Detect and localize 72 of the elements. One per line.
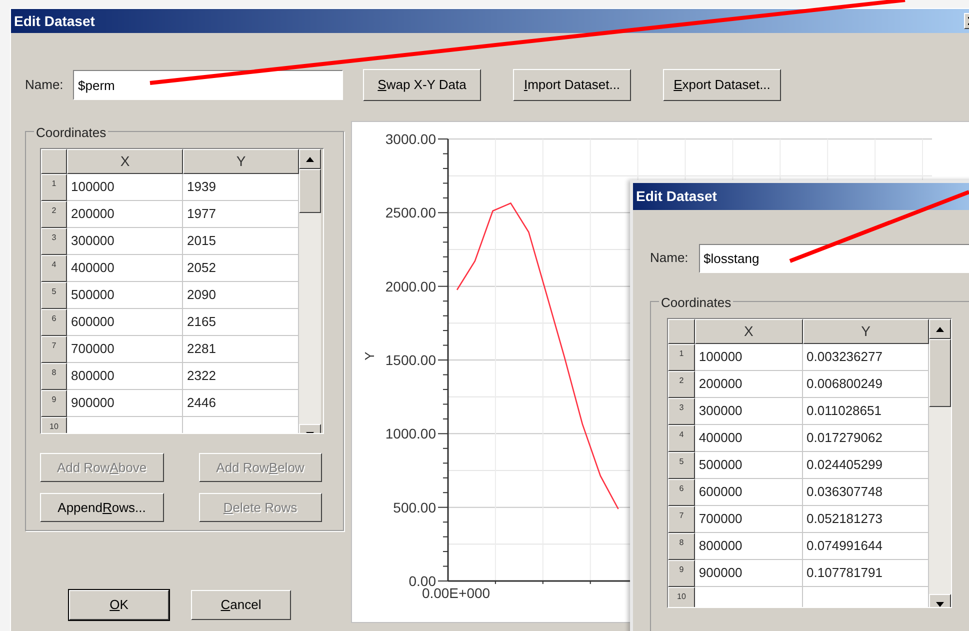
row-number[interactable]: 7 — [668, 506, 695, 533]
scroll-up-button[interactable] — [299, 149, 321, 169]
row-number[interactable]: 1 — [668, 344, 695, 371]
y-tick-label: 2000.00 — [385, 278, 436, 294]
row-number[interactable]: 2 — [668, 371, 695, 398]
row-number[interactable]: 5 — [41, 282, 67, 309]
dialog-button[interactable]: Cancel — [191, 590, 291, 620]
up-arrow-icon — [936, 326, 944, 332]
table-cell: 900000 — [694, 560, 803, 587]
table-cell: 500000 — [67, 282, 183, 309]
table-cell: 200000 — [67, 201, 183, 228]
row-number[interactable]: 6 — [668, 479, 695, 506]
table-cell: 600000 — [67, 309, 183, 336]
table-cell: 100000 — [67, 174, 183, 201]
row-number[interactable]: 4 — [41, 255, 67, 282]
dialog-button[interactable]: OK — [69, 590, 169, 620]
table-cell: 400000 — [694, 425, 803, 452]
column-header[interactable]: X — [694, 319, 803, 344]
name-field[interactable]: $perm — [73, 70, 343, 100]
row-number[interactable]: 9 — [668, 560, 695, 587]
table-cell: 300000 — [694, 398, 803, 425]
window-title: Edit Dataset — [636, 187, 717, 206]
scroll-thumb[interactable] — [299, 169, 321, 213]
column-header[interactable]: Y — [183, 149, 299, 174]
row-number[interactable]: 6 — [41, 309, 67, 336]
row-number[interactable]: 5 — [668, 452, 695, 479]
name-label: Name: — [650, 249, 690, 268]
scroll-thumb[interactable] — [929, 339, 951, 407]
up-arrow-icon — [306, 156, 314, 162]
column-header[interactable]: X — [67, 149, 183, 174]
table-cell: 200000 — [694, 371, 803, 398]
row-number[interactable]: 4 — [668, 425, 695, 452]
corner-header — [668, 319, 695, 344]
action-button[interactable]: Export Dataset... — [663, 69, 781, 101]
name-field[interactable]: $losstang — [698, 244, 969, 272]
row-number[interactable]: 3 — [668, 398, 695, 425]
table-cell: 300000 — [67, 228, 183, 255]
row-number[interactable]: 7 — [41, 336, 67, 363]
y-axis-title: Y — [362, 352, 377, 360]
table-cell: 400000 — [67, 255, 183, 282]
table-cell: 700000 — [67, 336, 183, 363]
scrollbar[interactable] — [929, 319, 951, 607]
y-tick-label: 1500.00 — [385, 352, 436, 368]
row-number[interactable]: 1 — [41, 174, 67, 201]
table-cell: 600000 — [694, 479, 803, 506]
row-number[interactable]: 10 — [668, 587, 695, 607]
y-tick-label: 1000.00 — [385, 426, 436, 442]
y-tick-label: 500.00 — [393, 499, 436, 516]
corner-header — [41, 149, 67, 174]
y-tick-label: 2500.00 — [385, 204, 436, 221]
table-cell: 700000 — [694, 506, 803, 533]
table-cell: 800000 — [67, 363, 183, 390]
table-cell: 500000 — [694, 452, 803, 479]
row-button[interactable]: AppendRows... — [40, 493, 164, 522]
scroll-up-button[interactable] — [929, 319, 951, 339]
row-number[interactable]: 3 — [41, 228, 67, 255]
table-cell: 800000 — [694, 533, 803, 560]
row-number[interactable]: 2 — [41, 201, 67, 228]
action-button[interactable]: Import Dataset... — [513, 69, 631, 101]
scrollbar[interactable] — [299, 149, 321, 433]
y-tick-label: 3000.00 — [385, 131, 436, 147]
table-cell: 100000 — [694, 344, 803, 371]
column-header[interactable]: Y — [802, 319, 930, 344]
row-number[interactable]: 8 — [668, 533, 695, 560]
down-arrow-icon — [936, 602, 944, 606]
row-number[interactable]: 10 — [41, 417, 67, 433]
name-label: Name: — [25, 76, 64, 94]
row-number[interactable]: 9 — [41, 390, 67, 417]
row-number[interactable]: 8 — [41, 363, 67, 390]
window-title: Edit Dataset — [14, 12, 95, 30]
action-button[interactable]: Swap X-Y Data — [363, 69, 481, 101]
table-cell: 900000 — [67, 390, 183, 417]
